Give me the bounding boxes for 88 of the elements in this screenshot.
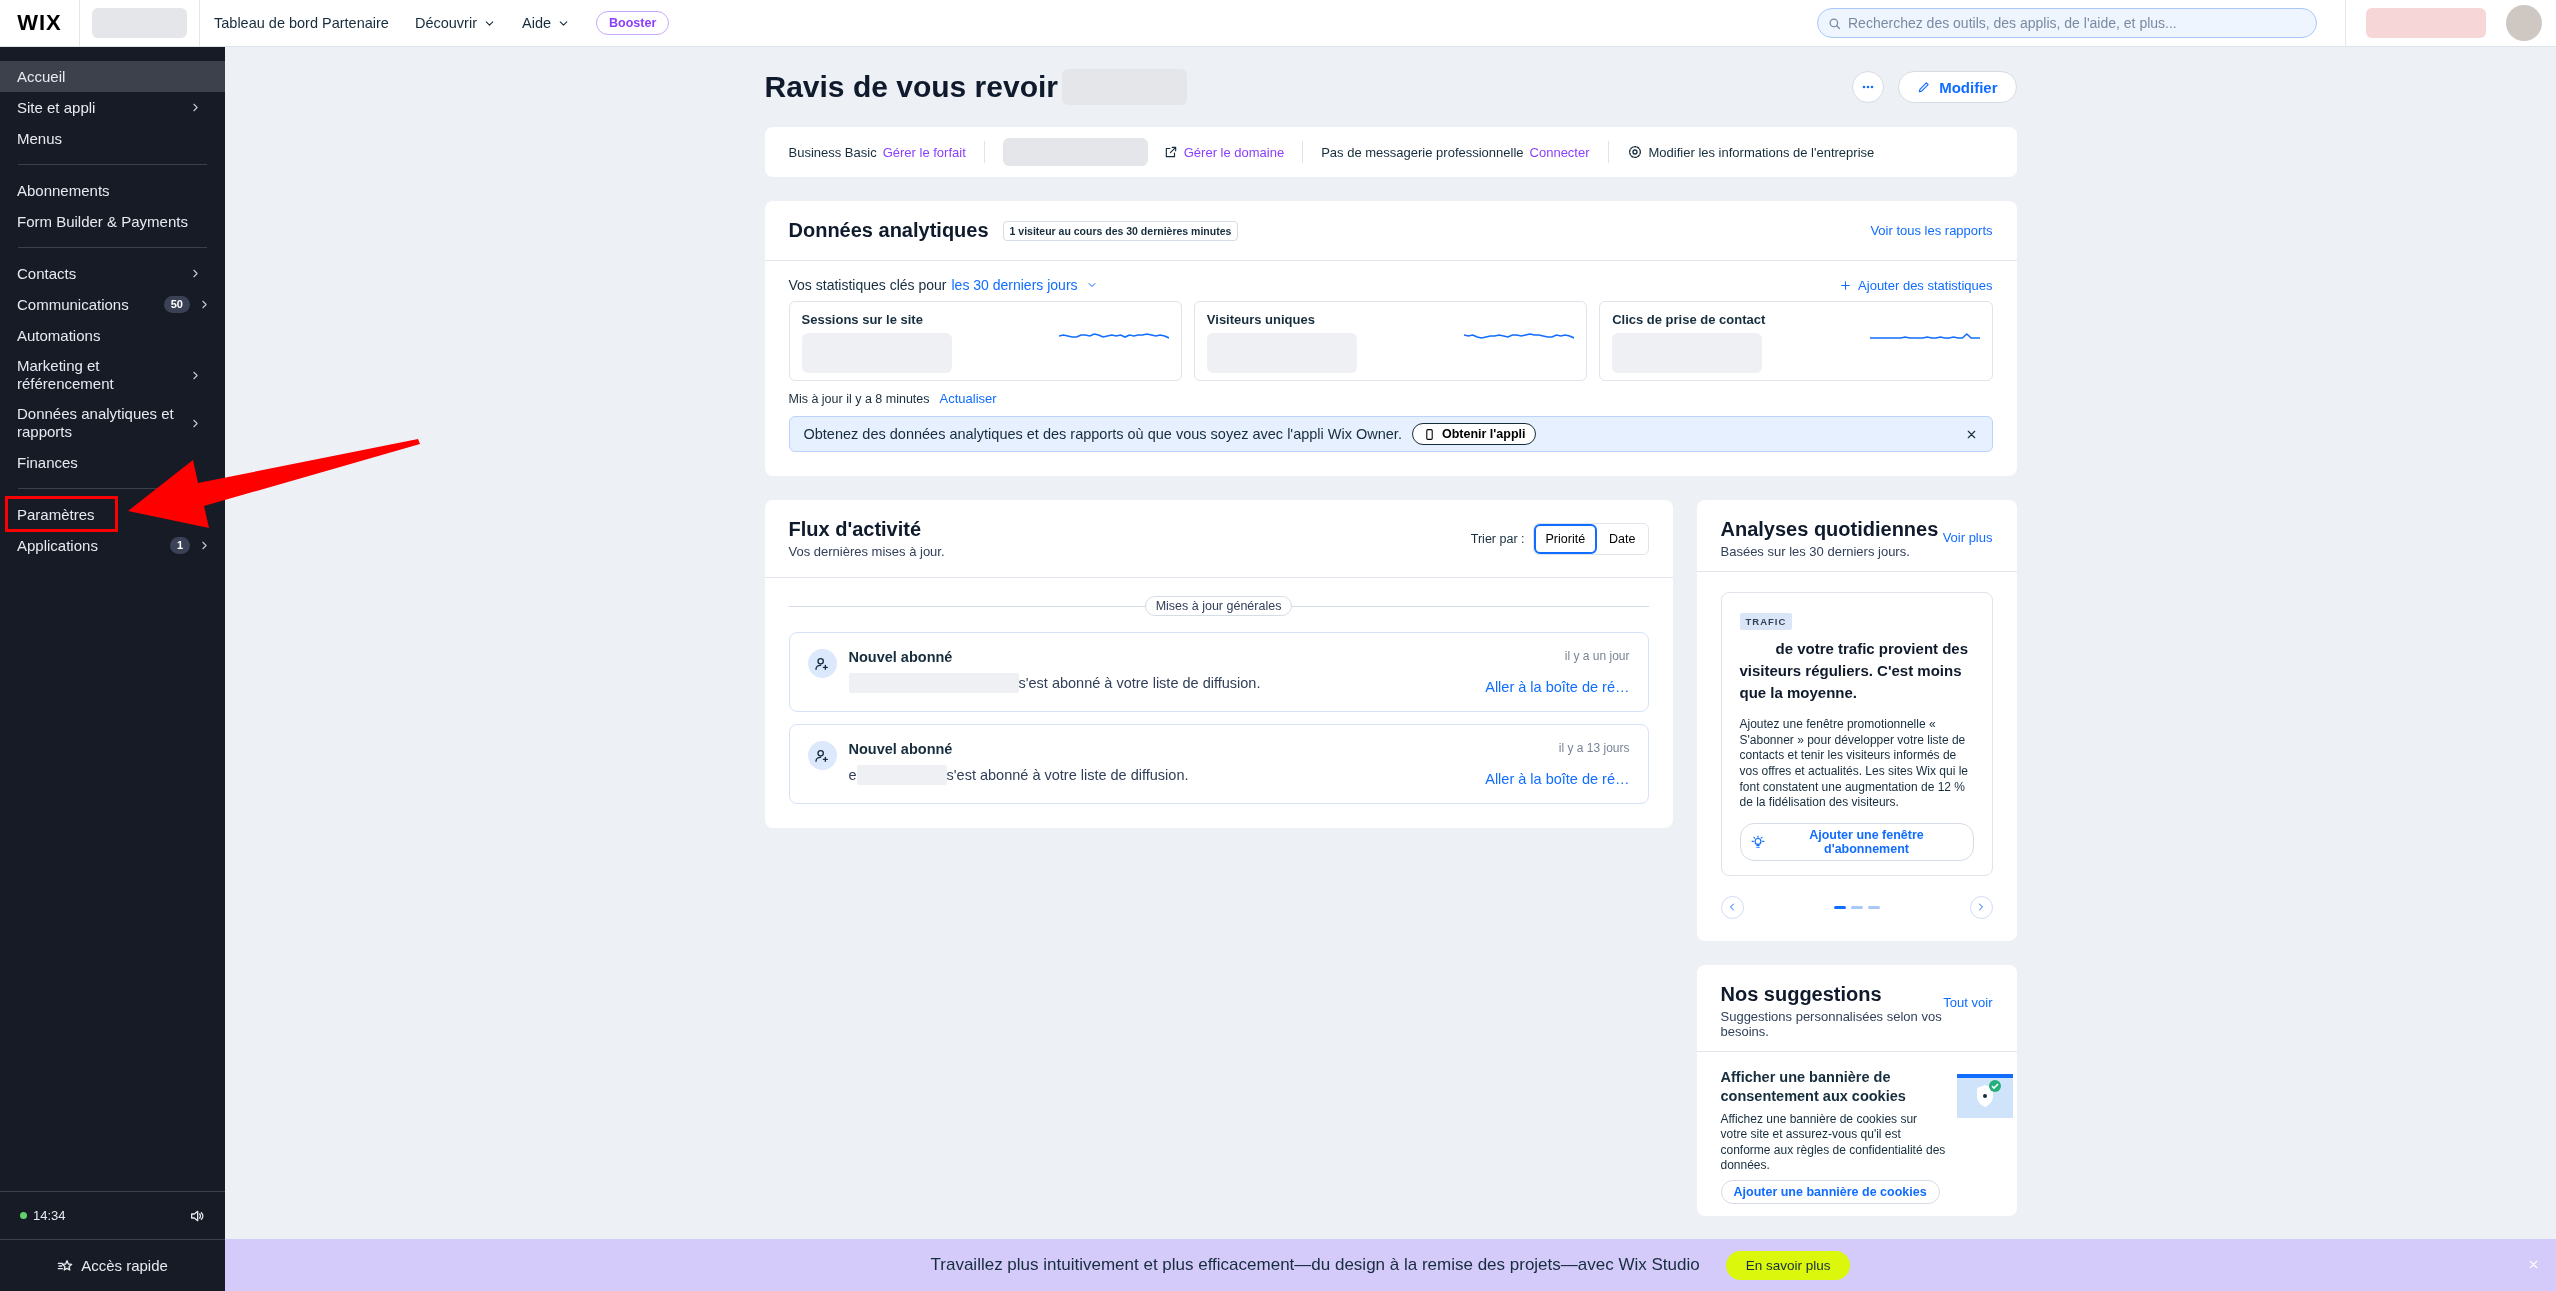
- info-link[interactable]: Connecter: [1529, 144, 1590, 160]
- sidebar-item[interactable]: Applications 1: [0, 530, 225, 561]
- insight-headline: de votre trafic provient des visiteurs réguliers. C'est moins que la moyenne.: [1739, 639, 1970, 703]
- sidebar-item[interactable]: Automations: [0, 320, 225, 351]
- wix-logo[interactable]: WIX: [0, 0, 80, 46]
- see-more-link[interactable]: Voir plus: [1942, 530, 1993, 545]
- sidebar-item[interactable]: Abonnements: [0, 175, 225, 206]
- card-subtitle: Vos dernières mises à jour.: [788, 544, 945, 559]
- clock-time: 14:34: [33, 1208, 66, 1223]
- add-popup-button[interactable]: Ajouter une fenêtre d'abonnement: [1739, 822, 1974, 861]
- inbox-link[interactable]: Aller à la boîte de ré…: [1485, 771, 1630, 787]
- sidebar-item[interactable]: Communications 50: [0, 289, 225, 320]
- inbox-link[interactable]: Aller à la boîte de ré…: [1485, 679, 1630, 695]
- info-link[interactable]: Gérer le domaine: [1183, 144, 1285, 160]
- external-link-icon: [1163, 145, 1178, 159]
- sidebar-item[interactable]: Contacts: [0, 258, 225, 289]
- nav-menu[interactable]: Aide: [522, 15, 570, 31]
- sidebar-item[interactable]: Form Builder & Payments: [0, 206, 225, 237]
- card-title: Flux d'activité: [788, 518, 923, 541]
- get-app-button[interactable]: Obtenir l'appli: [1411, 423, 1537, 445]
- add-person-icon: [814, 655, 830, 672]
- sidebar-item[interactable]: Données analytiques et rapports: [0, 399, 225, 447]
- add-person-icon: [814, 747, 830, 764]
- updated-text: Mis à jour il y a 8 minutes: [788, 391, 930, 406]
- pencil-icon: [1917, 80, 1932, 94]
- carousel-indicator[interactable]: [1833, 905, 1846, 909]
- reports-link[interactable]: Voir tous les rapports: [1870, 223, 1993, 238]
- period-dropdown[interactable]: les 30 derniers jours: [951, 277, 1098, 293]
- category-tag: TRAFIC: [1739, 613, 1793, 630]
- period-label: Vos statistiques clés pour: [788, 277, 947, 293]
- card-subtitle: Basées sur les 30 derniers jours.: [1720, 544, 1911, 559]
- activity-text: s'est abonné à votre liste de diffusion.: [1018, 675, 1261, 691]
- add-stats-link[interactable]: Ajouter des statistiques: [1839, 277, 1993, 293]
- activity-title: Nouvel abonné: [848, 741, 954, 757]
- activity-text: s'est abonné à votre liste de diffusion.: [946, 767, 1189, 783]
- edit-button[interactable]: Modifier: [1898, 71, 2017, 103]
- see-all-link[interactable]: Tout voir: [1943, 994, 1993, 1010]
- promo-bar-text: Travaillez plus intuitivement et plus efficacement—du design à la remise des projets—avec Wix Studio: [930, 1255, 1700, 1275]
- refresh-link[interactable]: Actualiser: [939, 391, 997, 406]
- stat-card[interactable]: Sessions sur le site: [788, 301, 1182, 381]
- activity-item[interactable]: Nouvel abonné e s'est abonné à votre liste de diffusion. il y a 13 jours Aller à la boîte de ré…: [788, 724, 1649, 804]
- stat-card[interactable]: Clics de prise de contact: [1599, 301, 1993, 381]
- sort-option[interactable]: Priorité: [1533, 523, 1598, 554]
- activity-item[interactable]: Nouvel abonné s'est abonné à votre liste de diffusion. il y a un jour Aller à la boîte de ré…: [788, 632, 1649, 712]
- info-link[interactable]: Gérer le forfait: [882, 144, 966, 160]
- sender-text: e: [848, 767, 857, 783]
- suggestion-title: Afficher une bannière de consentement aux cookies: [1720, 1067, 1907, 1106]
- nav-menu[interactable]: Tableau de bord Partenaire: [214, 15, 389, 31]
- lightbulb-icon: [1750, 834, 1765, 849]
- nav-menu[interactable]: Découvrir: [414, 15, 496, 31]
- sidebar-item[interactable]: Finances: [0, 447, 225, 478]
- previous-button[interactable]: [1720, 895, 1744, 919]
- sidebar-item[interactable]: Site et appli: [0, 92, 225, 123]
- star-list-icon: [57, 1257, 74, 1274]
- suggestion-text: Affichez une bannière de cookies sur votre site et assurez-vous qu'il est conforme aux règles de confidentialité des données.: [1720, 1111, 1947, 1174]
- sidebar-item[interactable]: Paramètres: [0, 499, 114, 530]
- sidebar-item[interactable]: Menus: [0, 123, 225, 154]
- card-subtitle: Suggestions personnalisées selon vos besoins.: [1720, 1008, 1943, 1039]
- card-title: Données analytiques: [788, 219, 989, 242]
- page-title: Ravis de vous revoir: [764, 70, 1058, 104]
- timestamp: il y a 13 jours: [1558, 741, 1630, 755]
- sidebar-item[interactable]: Marketing et référencement: [0, 351, 225, 399]
- next-button[interactable]: [1969, 895, 1993, 919]
- card-title: Analyses quotidiennes: [1720, 518, 1940, 541]
- activity-title: Nouvel abonné: [848, 649, 954, 665]
- timestamp: il y a un jour: [1564, 649, 1630, 663]
- avatar[interactable]: [2506, 5, 2542, 41]
- add-cookie-banner-button[interactable]: Ajouter une bannière de cookies: [1720, 1179, 1940, 1204]
- promo-text: Obtenez des données analytiques et des rapports où que vous soyez avec l'appli Wix Owner.: [803, 426, 1402, 442]
- info-text: Modifier les informations de l'entreprise: [1648, 144, 1875, 160]
- sort-label: Trier par :: [1470, 531, 1525, 546]
- card-title: Nos suggestions: [1720, 982, 1883, 1006]
- info-text: Business Basic: [788, 144, 877, 160]
- info-text: Pas de messagerie professionnelle: [1321, 144, 1524, 160]
- settings-icon: [1626, 144, 1643, 160]
- plus-icon: [1839, 278, 1853, 292]
- sidebar-item[interactable]: Accueil: [0, 61, 225, 92]
- search-field[interactable]: Recherchez des outils, des applis, de l'aide, et plus...: [1817, 8, 2317, 38]
- count-badge: 1: [169, 536, 190, 555]
- learn-more-button[interactable]: En savoir plus: [1725, 1250, 1851, 1280]
- stat-card[interactable]: Visiteurs uniques: [1193, 301, 1588, 381]
- close-icon: [2527, 1258, 2540, 1271]
- more-button[interactable]: [1852, 71, 1885, 103]
- live-badge: 1 visiteur au cours des 30 dernières minutes: [1002, 220, 1239, 241]
- booster-button[interactable]: Booster: [596, 11, 670, 35]
- insight-text: Ajoutez une fenêtre promotionnelle « S'abonner » pour développer votre liste de contacts et tenir les visiteurs informés de vos offres et actualités. Les sites Wix qui le font constatent une augmentation de 12 % de la fidélisation des visiteurs.: [1739, 717, 1970, 811]
- count-badge: 50: [163, 295, 190, 314]
- cookie-shield-illustration: [1956, 1073, 2013, 1118]
